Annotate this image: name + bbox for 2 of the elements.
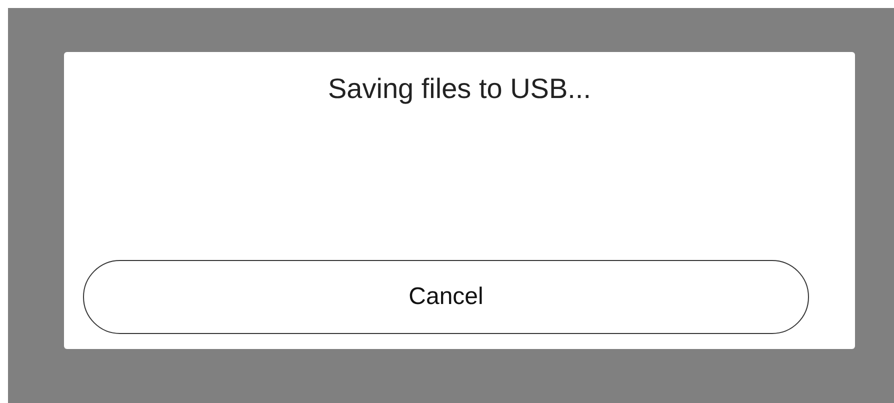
dialog-title: Saving files to USB... bbox=[328, 72, 591, 106]
cancel-button[interactable]: Cancel bbox=[83, 260, 809, 334]
